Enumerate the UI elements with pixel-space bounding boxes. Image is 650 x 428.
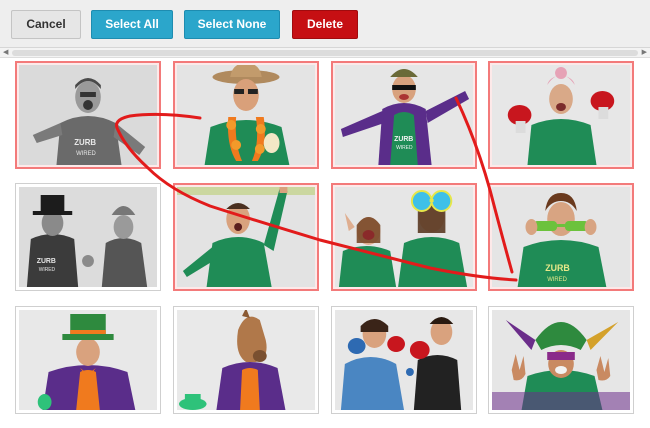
- photo-tile[interactable]: [173, 61, 319, 169]
- photo-man-purple-jacket-hat: ZURB WIRED: [335, 65, 473, 165]
- photo-grid: ZURB WIRED ZURB WIRED ZURB WIRED ZURB WI…: [0, 58, 650, 428]
- scrollbar-thumb[interactable]: [12, 50, 638, 56]
- photo-man-green-glasses: ZURB WIRED: [492, 187, 630, 287]
- photo-man-cowboy-hat-leis: [177, 65, 315, 165]
- svg-text:ZURB: ZURB: [545, 263, 570, 273]
- svg-text:WIRED: WIRED: [76, 151, 96, 157]
- toolbar: Cancel Select All Select None Delete: [0, 0, 650, 48]
- delete-button[interactable]: Delete: [292, 10, 358, 39]
- svg-text:ZURB: ZURB: [37, 258, 56, 265]
- photo-tile[interactable]: ZURB WIRED: [331, 61, 477, 169]
- photo-horse-mask-purple-suit: [177, 310, 315, 410]
- scroll-left-arrow-icon[interactable]: ◀: [3, 49, 8, 57]
- select-all-button[interactable]: Select All: [91, 10, 173, 39]
- photo-two-people-top-hats-bw: ZURB WIRED: [19, 187, 157, 287]
- photo-tile[interactable]: [488, 306, 634, 414]
- photo-tile[interactable]: [331, 183, 477, 291]
- photo-tile[interactable]: ZURB WIRED: [15, 183, 161, 291]
- photo-tile[interactable]: [173, 306, 319, 414]
- photo-tile[interactable]: ZURB WIRED: [488, 183, 634, 291]
- select-none-button[interactable]: Select None: [184, 10, 280, 39]
- photo-two-people-boxing: [335, 310, 473, 410]
- svg-text:WIRED: WIRED: [547, 277, 567, 283]
- svg-text:ZURB: ZURB: [74, 138, 96, 147]
- photo-woman-boxing-gloves: [492, 65, 630, 165]
- svg-text:WIRED: WIRED: [39, 267, 56, 273]
- horizontal-scrollbar[interactable]: ◀ ▶: [0, 48, 650, 58]
- scroll-right-arrow-icon[interactable]: ▶: [642, 49, 647, 57]
- svg-text:ZURB: ZURB: [394, 136, 413, 143]
- photo-two-women-big-sunglasses: [335, 187, 473, 287]
- photo-man-pointing-green-shirt: [177, 187, 315, 287]
- photo-tile[interactable]: [15, 306, 161, 414]
- photo-tile[interactable]: [331, 306, 477, 414]
- svg-text:WIRED: WIRED: [396, 145, 413, 151]
- photo-tile[interactable]: ZURB WIRED: [15, 61, 161, 169]
- photo-man-green-top-hat-purple-suit: [19, 310, 157, 410]
- photo-tile[interactable]: [488, 61, 634, 169]
- cancel-button[interactable]: Cancel: [11, 10, 81, 39]
- photo-man-gray-shirt-shouting: ZURB WIRED: [19, 65, 157, 165]
- photo-woman-jester-hat: [492, 310, 630, 410]
- photo-tile[interactable]: [173, 183, 319, 291]
